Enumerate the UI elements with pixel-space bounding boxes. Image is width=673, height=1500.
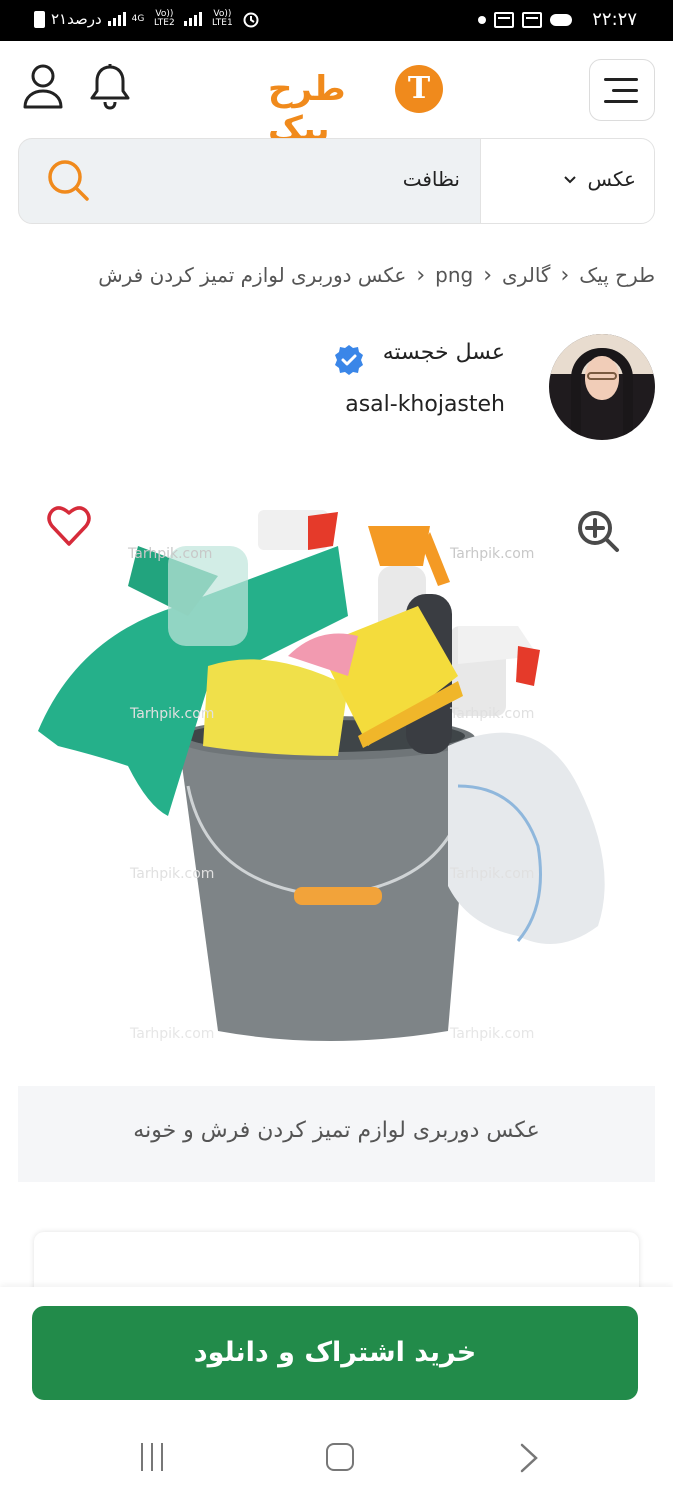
avatar[interactable] (549, 334, 655, 440)
search-type-label: عکس (587, 167, 636, 191)
search-input[interactable]: نظافت (403, 167, 460, 191)
status-left-group: ۲۱درصد 4G Vo)) LTE2 Vo)) LTE1 (34, 10, 260, 28)
status-time: ۲۲:۲۷ (592, 9, 637, 30)
svg-text:Tarhpik.com: Tarhpik.com (129, 706, 214, 722)
alarm-icon (243, 12, 259, 28)
status-right-group (478, 12, 572, 28)
calendar-icon (494, 12, 514, 28)
back-icon[interactable] (516, 1443, 542, 1473)
battery-icon (34, 10, 45, 28)
author-handle[interactable]: asal-khojasteh (345, 392, 505, 417)
bell-icon[interactable] (88, 63, 132, 111)
chevron-left-icon: › (560, 262, 570, 288)
search-type-select[interactable]: عکس (480, 139, 654, 223)
svg-text:Tarhpik.com: Tarhpik.com (129, 866, 214, 882)
home-icon[interactable] (326, 1443, 354, 1471)
product-image[interactable]: Tarhpik.com Tarhpik.com Tarhpik.com Tarh… (18, 486, 655, 1086)
logo-mark-icon: T (395, 65, 443, 113)
search-bar: عکس نظافت (18, 138, 655, 224)
cloud-icon (550, 14, 572, 26)
breadcrumb-item-current: عکس دوربری لوازم تمیز کردن فرش (98, 263, 407, 287)
breadcrumb: طرح پیک › گالری › png › عکس دوربری لوازم… (98, 258, 655, 292)
notification-dot-icon (478, 16, 486, 24)
svg-text:Tarhpik.com: Tarhpik.com (129, 1026, 214, 1042)
hamburger-menu-icon[interactable] (589, 59, 655, 121)
verified-badge-icon (335, 345, 363, 375)
svg-text:Tarhpik.com: Tarhpik.com (449, 1026, 534, 1042)
svg-text:Tarhpik.com: Tarhpik.com (449, 866, 534, 882)
breadcrumb-item-home[interactable]: طرح پیک (579, 263, 655, 287)
network-lte2: Vo)) LTE2 (154, 9, 175, 28)
chevron-down-icon (564, 176, 576, 184)
search-icon[interactable] (45, 157, 91, 203)
signal-icon-2 (184, 12, 203, 26)
user-icon[interactable] (22, 63, 64, 109)
system-nav-bar (0, 1421, 673, 1500)
cleaning-bucket-image: Tarhpik.com Tarhpik.com Tarhpik.com Tarh… (38, 510, 605, 1042)
image-caption: عکس دوربری لوازم تمیز کردن فرش و خونه (133, 1118, 540, 1143)
signal-icon (107, 12, 126, 26)
image-caption-box: عکس دوربری لوازم تمیز کردن فرش و خونه (18, 1086, 655, 1182)
logo-text: طرح پیک (268, 69, 346, 149)
network-lte1: Vo)) LTE1 (212, 9, 233, 28)
calendar-icon-2 (522, 12, 542, 28)
heart-icon[interactable] (46, 504, 92, 548)
breadcrumb-item-gallery[interactable]: گالری (502, 263, 550, 287)
app-header: طرح پیک T (0, 41, 673, 149)
bottom-action-bar: خرید اشتراک و دانلود (0, 1287, 673, 1421)
logo[interactable]: طرح پیک T (268, 63, 443, 149)
svg-text:Tarhpik.com: Tarhpik.com (449, 706, 534, 722)
breadcrumb-item-png[interactable]: png (435, 263, 473, 287)
battery-text: ۲۱درصد (51, 10, 102, 28)
svg-text:Tarhpik.com: Tarhpik.com (127, 546, 212, 562)
svg-text:Tarhpik.com: Tarhpik.com (449, 546, 534, 562)
buy-subscription-button[interactable]: خرید اشتراک و دانلود (32, 1306, 638, 1400)
chevron-left-icon: › (416, 262, 426, 288)
author-name[interactable]: عسل خجسته (383, 340, 505, 365)
zoom-in-icon[interactable] (575, 508, 621, 554)
recent-apps-icon[interactable] (139, 1443, 165, 1471)
chevron-left-icon: › (483, 262, 493, 288)
status-bar: ۲۱درصد 4G Vo)) LTE2 Vo)) LTE1 ۲۲:۲۷ (0, 0, 673, 41)
network-4g: 4G (131, 13, 145, 24)
